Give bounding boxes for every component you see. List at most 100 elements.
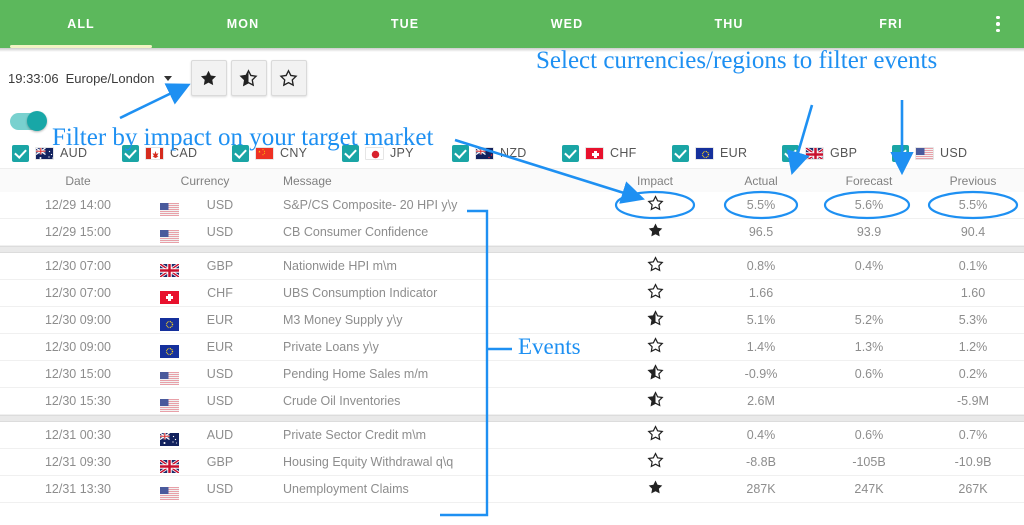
tab-thu[interactable]: THU — [648, 0, 810, 48]
cell-impact[interactable] — [620, 195, 690, 222]
impact-filter-toggle-row — [0, 104, 1024, 138]
cell-actual: 1.4% — [746, 340, 776, 354]
cell-impact[interactable] — [620, 364, 690, 391]
checkbox-aud[interactable] — [12, 144, 29, 162]
table-row[interactable]: 12/30 07:00 GBP Nationwide HPI m\m 0.8% 0.4%… — [0, 253, 1024, 280]
cell-date: 12/30 15:00 — [44, 367, 112, 381]
cell-message: UBS Consumption Indicator — [283, 286, 438, 300]
table-row[interactable]: 12/31 00:30 AUD Private Sector Credit m\m 0… — [0, 422, 1024, 449]
overflow-menu-icon[interactable] — [972, 0, 1024, 48]
table-row[interactable]: 12/30 15:00 USD Pending Home Sales m/m -0.9… — [0, 361, 1024, 388]
currency-filter-chf[interactable]: CHF — [562, 144, 672, 162]
tab-mon[interactable]: MON — [162, 0, 324, 48]
cell-impact[interactable] — [620, 479, 690, 506]
star-empty-icon — [646, 195, 664, 211]
flag-us-icon — [160, 483, 184, 510]
star-full-button[interactable] — [190, 60, 227, 96]
currency-filter-usd[interactable]: USD — [892, 144, 1002, 162]
chevron-down-icon[interactable] — [163, 75, 172, 81]
cell-impact[interactable] — [620, 425, 690, 452]
cell-impact[interactable] — [620, 256, 690, 283]
star-empty-icon — [279, 68, 298, 86]
checkbox-cad[interactable] — [122, 144, 139, 162]
cell-currency: GBP — [206, 455, 234, 469]
flag-us-icon — [915, 146, 934, 160]
currency-filter-nzd[interactable]: NZD — [452, 144, 562, 162]
checkbox-chf[interactable] — [562, 144, 579, 162]
cell-impact[interactable] — [620, 452, 690, 479]
tab-fri[interactable]: FRI — [810, 0, 972, 48]
header-message[interactable]: Message — [283, 169, 332, 193]
tab-tue[interactable]: TUE — [324, 0, 486, 48]
currency-label: CAD — [170, 146, 198, 160]
cell-previous: 1.2% — [958, 340, 988, 354]
cell-forecast: 0.6% — [854, 367, 884, 381]
cell-date: 12/31 00:30 — [44, 428, 112, 442]
cell-impact[interactable] — [620, 283, 690, 310]
cell-impact[interactable] — [620, 310, 690, 337]
header-impact[interactable]: Impact — [620, 169, 690, 193]
cell-previous: 0.7% — [958, 428, 988, 442]
cell-actual: -0.9% — [744, 367, 778, 381]
header-currency[interactable]: Currency — [160, 169, 250, 193]
cell-impact[interactable] — [620, 222, 690, 249]
cell-date: 12/31 09:30 — [44, 455, 112, 469]
star-full-icon — [648, 480, 662, 494]
toggle-knob — [27, 111, 47, 131]
currency-label: CNY — [280, 146, 308, 160]
cell-message: Nationwide HPI m\m — [283, 259, 397, 273]
star-empty-icon — [646, 337, 664, 353]
checkbox-gbp[interactable] — [782, 144, 799, 162]
checkbox-eur[interactable] — [672, 144, 689, 162]
checkbox-nzd[interactable] — [452, 144, 469, 162]
date-group-separator — [0, 415, 1024, 422]
currency-filter-cny[interactable]: CNY — [232, 144, 342, 162]
cell-actual: 2.6M — [747, 394, 775, 408]
currency-filter-eur[interactable]: EUR — [672, 144, 782, 162]
star-empty-button[interactable] — [270, 60, 307, 96]
header-forecast[interactable]: Forecast — [826, 169, 912, 193]
checkbox-usd[interactable] — [892, 144, 909, 162]
table-row[interactable]: 12/30 07:00 CHF UBS Consumption Indicator 1… — [0, 280, 1024, 307]
table-row[interactable]: 12/30 15:30 USD Crude Oil Inventories 2.6M -… — [0, 388, 1024, 415]
table-row[interactable]: 12/31 13:30 USD Unemployment Claims 287K 247… — [0, 476, 1024, 503]
currency-label: NZD — [500, 146, 527, 160]
currency-label: CHF — [610, 146, 637, 160]
currency-filter-cad[interactable]: CAD — [122, 144, 232, 162]
cell-previous: -5.9M — [957, 394, 989, 408]
flag-au-icon — [35, 146, 54, 160]
cell-previous: 0.2% — [958, 367, 988, 381]
cell-currency: USD — [206, 367, 234, 381]
currency-filter-aud[interactable]: AUD — [12, 144, 122, 162]
cell-date: 12/30 09:00 — [44, 313, 112, 327]
cell-date: 12/30 09:00 — [44, 340, 112, 354]
timezone-label: Europe/London — [65, 70, 155, 86]
table-row[interactable]: 12/30 09:00 EUR M3 Money Supply y\y 5.1% 5.2… — [0, 307, 1024, 334]
header-actual[interactable]: Actual — [718, 169, 804, 193]
cell-currency: AUD — [206, 428, 234, 442]
star-half-icon — [646, 391, 664, 407]
tab-wed[interactable]: WED — [486, 0, 648, 48]
checkbox-cny[interactable] — [232, 144, 249, 162]
cell-actual: 287K — [746, 482, 776, 496]
tab-all[interactable]: ALL — [0, 0, 162, 48]
table-row[interactable]: 12/31 09:30 GBP Housing Equity Withdrawal … — [0, 449, 1024, 476]
flag-gb-icon — [805, 146, 824, 160]
date-group-separator — [0, 246, 1024, 253]
currency-filter-jpy[interactable]: JPY — [342, 144, 452, 162]
impact-filter-toggle[interactable] — [10, 111, 47, 131]
currency-filter-gbp[interactable]: GBP — [782, 144, 892, 162]
cell-impact[interactable] — [620, 391, 690, 418]
table-row[interactable]: 12/29 15:00 USD CB Consumer Confidence 96.5… — [0, 219, 1024, 246]
star-empty-icon — [646, 452, 664, 468]
cell-actual: -8.8B — [746, 455, 776, 469]
table-row[interactable]: 12/30 09:00 EUR Private Loans y\y 1.4% 1.3% 1… — [0, 334, 1024, 361]
star-half-button[interactable] — [230, 60, 267, 96]
flag-jp-icon — [365, 146, 384, 160]
header-previous[interactable]: Previous — [930, 169, 1016, 193]
table-row[interactable]: 12/29 14:00 USD S&P/CS Composite- 20 HPI y… — [0, 192, 1024, 219]
cell-impact[interactable] — [620, 337, 690, 364]
header-date[interactable]: Date — [18, 169, 138, 193]
checkbox-jpy[interactable] — [342, 144, 359, 162]
cell-forecast: 5.6% — [854, 198, 884, 212]
